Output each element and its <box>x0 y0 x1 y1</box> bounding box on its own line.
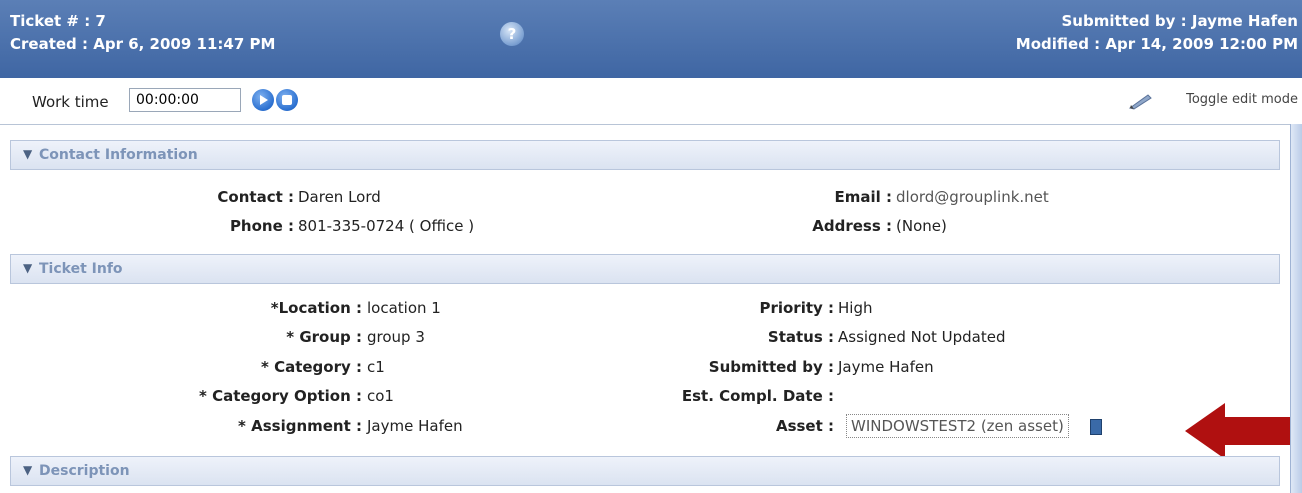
contact-label: Contact : <box>217 188 294 206</box>
submitted-by-label-cell: Submitted by : <box>600 358 834 376</box>
address-field: Address : <box>600 217 892 235</box>
help-question-icon[interactable]: ? <box>500 22 524 46</box>
priority-label: Priority : <box>759 299 834 317</box>
collapse-triangle-icon[interactable]: ▼ <box>23 463 32 477</box>
stop-icon[interactable] <box>276 89 298 111</box>
vertical-scrollbar[interactable] <box>1290 124 1302 493</box>
category-option-label: * Category Option : <box>199 387 362 405</box>
work-time-label: Work time <box>32 93 109 111</box>
collapse-triangle-icon[interactable]: ▼ <box>23 261 32 275</box>
location-value: location 1 <box>367 299 441 317</box>
work-time-input[interactable] <box>129 88 241 112</box>
email-field: Email : <box>600 188 892 206</box>
contact-value: Daren Lord <box>298 188 381 206</box>
section-description[interactable]: ▼ Description <box>10 456 1280 486</box>
section-title: Description <box>39 463 130 479</box>
phone-value: 801-335-0724 ( Office ) <box>298 217 475 235</box>
status-label-cell: Status : <box>600 328 834 346</box>
play-icon[interactable] <box>252 89 274 111</box>
category-value: c1 <box>367 358 385 376</box>
pencil-icon[interactable] <box>1128 92 1152 110</box>
section-title: Ticket Info <box>39 261 123 277</box>
toolbar: Work time Toggle edit mode <box>0 78 1302 125</box>
group-label-cell: * Group : <box>0 328 362 346</box>
category-option-value: co1 <box>367 387 394 405</box>
assignment-value: Jayme Hafen <box>367 417 463 435</box>
assignment-label: * Assignment : <box>238 417 362 435</box>
group-value: group 3 <box>367 328 425 346</box>
priority-label-cell: Priority : <box>600 299 834 317</box>
asset-field: WINDOWSTEST2 (zen asset) <box>846 414 1102 438</box>
group-label: * Group : <box>286 328 362 346</box>
priority-value: High <box>838 299 873 317</box>
modified-date: Modified : Apr 14, 2009 12:00 PM <box>1015 35 1298 53</box>
red-arrow-annotation <box>1185 403 1302 459</box>
phone-label: Phone : <box>229 217 294 235</box>
ticket-number: Ticket # : 7 <box>10 12 106 30</box>
contact-field: Contact : <box>0 188 294 206</box>
location-label: *Location : <box>270 299 362 317</box>
status-value: Assigned Not Updated <box>838 328 1006 346</box>
category-option-label-cell: * Category Option : <box>0 387 362 405</box>
category-label-cell: * Category : <box>0 358 362 376</box>
collapse-triangle-icon[interactable]: ▼ <box>23 147 32 161</box>
section-contact-information[interactable]: ▼ Contact Information <box>10 140 1280 170</box>
asset-icon[interactable] <box>1089 418 1102 435</box>
location-label-cell: *Location : <box>0 299 362 317</box>
section-ticket-info[interactable]: ▼ Ticket Info <box>10 254 1280 284</box>
assignment-label-cell: * Assignment : <box>0 417 362 435</box>
status-label: Status : <box>767 328 834 346</box>
est-compl-date-label: Est. Compl. Date : <box>681 387 834 405</box>
created-date: Created : Apr 6, 2009 11:47 PM <box>10 35 276 53</box>
asset-value-link[interactable]: WINDOWSTEST2 (zen asset) <box>846 414 1069 438</box>
phone-field: Phone : <box>0 217 294 235</box>
submitted-by-value: Jayme Hafen <box>838 358 934 376</box>
submitted-by-label: Submitted by : <box>708 358 834 376</box>
asset-label: Asset : <box>775 417 834 435</box>
address-label: Address : <box>812 217 892 235</box>
section-title: Contact Information <box>39 147 198 163</box>
address-value: (None) <box>896 217 947 235</box>
ticket-header: Ticket # : 7 Created : Apr 6, 2009 11:47… <box>0 0 1302 78</box>
category-label: * Category : <box>261 358 362 376</box>
asset-label-cell: Asset : <box>600 414 834 435</box>
toggle-edit-mode-link[interactable]: Toggle edit mode <box>1186 92 1298 107</box>
email-label: Email : <box>834 188 892 206</box>
email-value[interactable]: dlord@grouplink.net <box>896 188 1049 206</box>
est-compl-label-cell: Est. Compl. Date : <box>600 387 834 405</box>
submitted-by: Submitted by : Jayme Hafen <box>1061 12 1298 30</box>
